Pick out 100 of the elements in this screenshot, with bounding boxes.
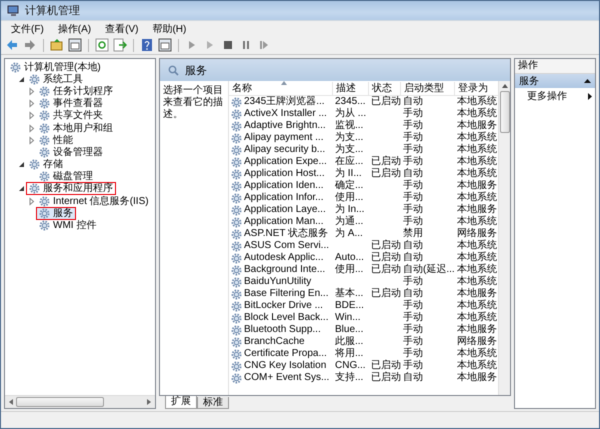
gear-icon	[231, 264, 242, 276]
table-cell: CNG...	[335, 360, 366, 371]
table-cell: 本地系统	[457, 132, 497, 143]
menu-item[interactable]: 文件(F)	[5, 22, 50, 36]
tree-item[interactable]: 磁盘管理	[36, 170, 96, 184]
folder-up-icon[interactable]	[50, 38, 64, 52]
gear-icon	[39, 171, 50, 182]
gear-icon	[39, 208, 50, 219]
tab[interactable]: 扩展	[165, 396, 197, 409]
gear-icon	[39, 110, 50, 122]
table-cell: 本地服务	[457, 120, 497, 131]
tree-item[interactable]: 系统工具	[26, 72, 86, 86]
table-cell: 本地系统	[457, 312, 497, 323]
menu-item[interactable]: 帮助(H)	[146, 22, 192, 36]
window-title: 计算机管理	[25, 4, 80, 18]
scroll-up-icon[interactable]	[502, 83, 508, 88]
table-cell: 为 In...	[335, 204, 364, 215]
horizontal-scrollbar[interactable]	[5, 395, 155, 408]
tree-item[interactable]: 服务和应用程序	[26, 182, 116, 196]
tree-item[interactable]: 任务计划程序	[36, 84, 116, 98]
submenu-arrow-icon	[588, 92, 592, 100]
export-icon[interactable]	[113, 38, 127, 52]
tree-item[interactable]: Internet 信息服务(IIS)	[36, 194, 152, 208]
gear-icon	[231, 312, 242, 324]
refresh-icon[interactable]	[95, 38, 109, 52]
back-arrow-icon[interactable]	[5, 38, 19, 52]
tree-item[interactable]: 共享文件夹	[36, 109, 106, 122]
collapsed-arrow-icon[interactable]	[27, 196, 36, 206]
table-cell: Alipay payment ...	[244, 132, 324, 144]
table-cell: 网络服务	[457, 336, 497, 347]
tree-item[interactable]: 服务	[36, 206, 76, 220]
table-cell: Application Laye...	[244, 204, 326, 216]
table-cell: 为支...	[335, 144, 364, 155]
scroll-right-icon[interactable]	[146, 399, 152, 405]
table-cell: 手动	[403, 300, 423, 311]
pane-toggle-icon[interactable]	[68, 38, 82, 52]
table-cell: 自动	[403, 372, 423, 383]
column-header[interactable]: 描述	[333, 82, 369, 94]
table-cell: Application Iden...	[244, 180, 324, 192]
tree-item[interactable]: WMI 控件	[36, 219, 100, 232]
vertical-scrollbar[interactable]	[498, 81, 510, 395]
table-cell: 手动	[403, 120, 423, 131]
tree-item[interactable]: 本地用户和组	[36, 122, 116, 135]
tree-item[interactable]: 存储	[26, 158, 66, 172]
collapsed-arrow-icon[interactable]	[27, 136, 36, 145]
table-cell: 手动	[403, 324, 423, 335]
tree-item[interactable]: 性能	[36, 134, 76, 147]
help-icon[interactable]	[140, 38, 154, 52]
table-cell: 手动	[403, 144, 423, 155]
search-icon	[168, 64, 179, 76]
table-cell: 本地系统	[457, 216, 497, 227]
collapsed-arrow-icon[interactable]	[27, 99, 36, 108]
menu-item[interactable]: 查看(V)	[99, 22, 144, 36]
collapsed-arrow-icon[interactable]	[27, 111, 36, 120]
section-title: 服务	[519, 75, 539, 88]
table-cell: 自动	[403, 168, 423, 179]
actions-section[interactable]: 服务	[515, 74, 595, 88]
table-cell: Certificate Propa...	[244, 348, 327, 360]
column-header[interactable]: 名称	[229, 82, 333, 94]
table-cell: 本地系统	[457, 108, 497, 119]
table-cell: 已启动	[371, 96, 401, 107]
action-link[interactable]: 更多操作	[527, 89, 567, 103]
gear-icon	[231, 276, 242, 288]
scroll-thumb[interactable]	[500, 91, 510, 133]
gear-icon	[231, 324, 242, 336]
menu-item[interactable]: 操作(A)	[52, 22, 98, 36]
table-cell: 本地服务	[457, 288, 497, 299]
table-cell: 本地服务	[457, 372, 497, 383]
table-cell: Bluetooth Supp...	[244, 324, 321, 336]
expanded-arrow-icon[interactable]	[17, 184, 26, 194]
collapse-caret-icon[interactable]	[584, 79, 591, 83]
gear-icon	[39, 122, 50, 134]
table-cell: 为支...	[335, 132, 364, 143]
collapsed-arrow-icon[interactable]	[27, 124, 36, 133]
column-header[interactable]: 状态	[369, 82, 401, 94]
table-cell: ActiveX Installer ...	[244, 108, 327, 120]
panel-title: 服务	[185, 64, 207, 78]
expanded-arrow-icon[interactable]	[17, 160, 26, 170]
tree-item[interactable]: 计算机管理(本地)	[7, 60, 104, 74]
description-text: 选择一个项目来查看它的描述。	[160, 81, 229, 395]
table-cell: 手动	[403, 360, 423, 371]
table-cell: 2345...	[335, 96, 366, 107]
gear-icon	[39, 98, 50, 110]
gear-icon	[39, 86, 50, 97]
tree-item[interactable]: 事件查看器	[36, 97, 106, 110]
pane-toggle-icon[interactable]	[158, 38, 172, 52]
tab[interactable]: 标准	[197, 397, 229, 409]
scroll-left-icon[interactable]	[8, 399, 14, 405]
table-cell: 将用...	[335, 348, 364, 359]
scroll-thumb[interactable]	[16, 397, 104, 407]
stop-icon[interactable]	[221, 38, 235, 52]
table-cell: 手动	[403, 180, 423, 191]
table-cell: 自动	[403, 240, 423, 251]
table-cell: 已启动	[371, 288, 401, 299]
tree-item[interactable]: 设备管理器	[36, 146, 106, 159]
forward-arrow-icon[interactable]	[23, 38, 37, 52]
expanded-arrow-icon[interactable]	[17, 74, 26, 84]
column-header[interactable]: 启动类型	[401, 82, 455, 94]
table-cell: 手动	[403, 312, 423, 323]
table-cell: 本地系统	[457, 264, 497, 275]
